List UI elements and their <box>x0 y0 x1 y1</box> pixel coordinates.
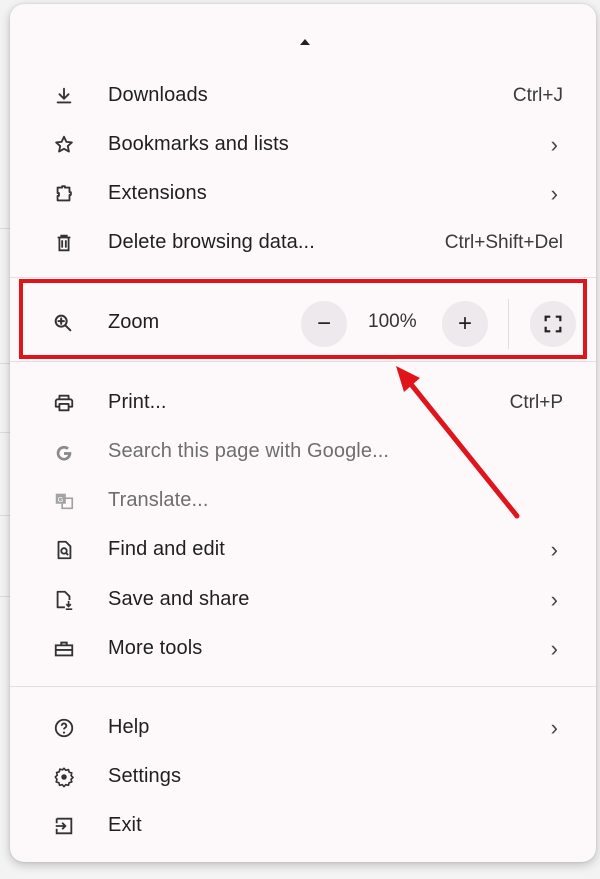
menu-item-label: Delete browsing data... <box>108 231 315 253</box>
toolbox-icon <box>52 637 76 661</box>
menu-item-label: More tools <box>108 637 203 659</box>
menu-item-shortcut: Ctrl+J <box>512 84 563 106</box>
menu-item-label: Search this page with Google... <box>108 440 390 462</box>
menu-item-label: Find and edit <box>108 538 225 560</box>
exit-icon <box>52 814 76 838</box>
menu-item-label: Print... <box>108 391 167 413</box>
zoom-divider <box>508 299 509 349</box>
menu-item-find-and-edit[interactable]: Find and edit › <box>10 525 596 574</box>
menu-separator <box>10 277 596 278</box>
menu-item-settings[interactable]: Settings <box>10 752 596 801</box>
minus-icon: − <box>316 310 331 337</box>
menu-scroll-up-caret-icon[interactable] <box>300 39 310 45</box>
menu-item-label: Translate... <box>108 489 209 511</box>
menu-item-label: Downloads <box>108 84 208 106</box>
chevron-right-icon: › <box>550 714 558 740</box>
zoom-control-row: Zoom − 100% + <box>10 291 596 357</box>
zoom-in-icon <box>52 312 76 336</box>
chevron-right-icon: › <box>550 131 558 157</box>
chevron-right-icon: › <box>550 536 558 562</box>
menu-item-shortcut: Ctrl+P <box>509 391 563 413</box>
svg-text:G: G <box>58 494 64 503</box>
puzzle-icon <box>52 182 76 206</box>
gear-icon <box>52 765 76 789</box>
save-file-icon <box>52 588 76 612</box>
help-icon <box>52 716 76 740</box>
trash-icon <box>52 231 76 255</box>
fullscreen-button[interactable] <box>530 301 576 347</box>
plus-icon: + <box>457 310 472 337</box>
menu-item-label: Settings <box>108 765 182 787</box>
printer-icon <box>52 391 76 415</box>
browser-main-menu: Downloads Ctrl+J Bookmarks and lists › E… <box>10 4 596 862</box>
menu-item-search-with-google[interactable]: Search this page with Google... <box>10 427 596 476</box>
fullscreen-icon <box>544 315 562 333</box>
menu-item-downloads[interactable]: Downloads Ctrl+J <box>10 71 596 120</box>
zoom-label: Zoom <box>108 311 160 333</box>
chevron-right-icon: › <box>550 635 558 661</box>
menu-item-label: Extensions <box>108 182 207 204</box>
menu-item-exit[interactable]: Exit <box>10 801 596 850</box>
zoom-in-button[interactable]: + <box>442 301 488 347</box>
menu-item-more-tools[interactable]: More tools › <box>10 624 596 673</box>
menu-item-help[interactable]: Help › <box>10 703 596 752</box>
menu-item-save-and-share[interactable]: Save and share › <box>10 575 596 624</box>
menu-item-label: Exit <box>108 814 142 836</box>
menu-item-label: Bookmarks and lists <box>108 133 289 155</box>
zoom-out-button[interactable]: − <box>301 301 347 347</box>
menu-item-delete-browsing-data[interactable]: Delete browsing data... Ctrl+Shift+Del <box>10 218 596 267</box>
download-icon <box>52 84 76 108</box>
menu-separator <box>10 686 596 687</box>
menu-separator <box>10 361 596 362</box>
menu-item-label: Save and share <box>108 588 250 610</box>
find-in-page-icon <box>52 538 76 562</box>
zoom-level-value: 100% <box>368 311 417 332</box>
star-icon <box>52 133 76 157</box>
chevron-right-icon: › <box>550 180 558 206</box>
chevron-right-icon: › <box>550 586 558 612</box>
menu-item-label: Help <box>108 716 150 738</box>
menu-item-print[interactable]: Print... Ctrl+P <box>10 378 596 427</box>
translate-icon: G <box>52 489 76 513</box>
menu-item-shortcut: Ctrl+Shift+Del <box>444 231 563 253</box>
menu-item-extensions[interactable]: Extensions › <box>10 169 596 218</box>
menu-item-translate[interactable]: G Translate... <box>10 476 596 525</box>
google-g-icon <box>52 440 76 464</box>
menu-item-bookmarks-and-lists[interactable]: Bookmarks and lists › <box>10 120 596 169</box>
